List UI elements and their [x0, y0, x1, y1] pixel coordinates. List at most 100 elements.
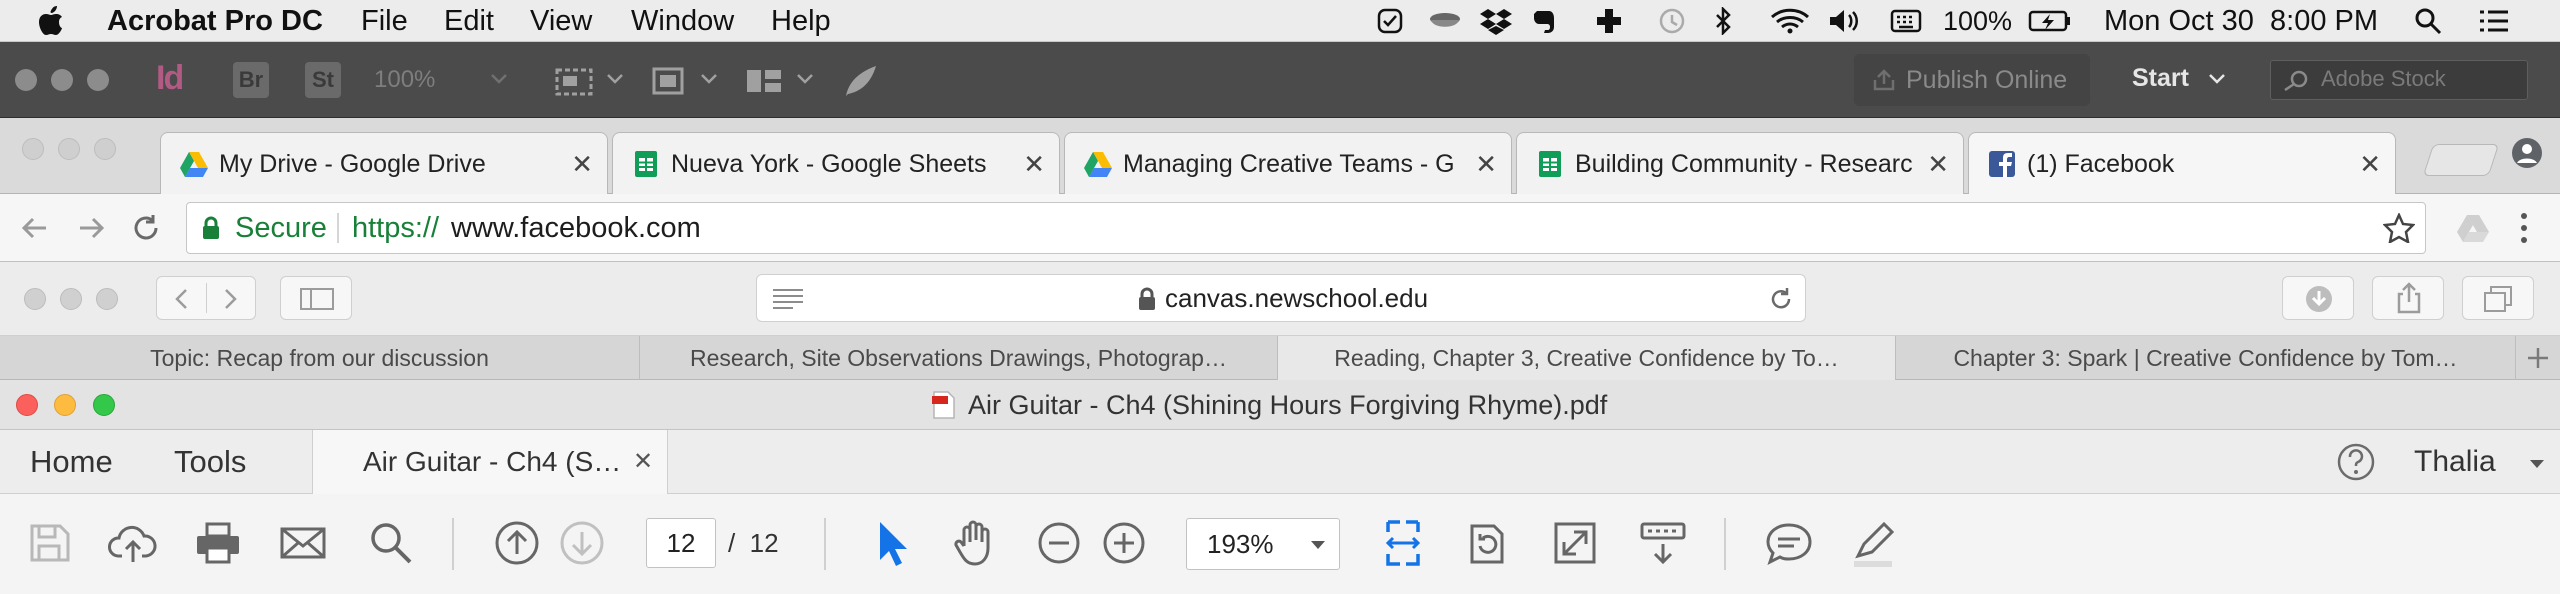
downloads-button[interactable]	[2282, 276, 2354, 320]
safari-tab-active[interactable]: Reading, Chapter 3, Creative Confidence …	[1278, 336, 1896, 380]
previous-page-icon[interactable]	[490, 516, 544, 570]
workspace-dropdown-icon[interactable]	[2208, 72, 2226, 86]
back-icon[interactable]	[171, 287, 193, 311]
cloud-upload-icon[interactable]	[106, 516, 160, 570]
show-all-tabs-button[interactable]	[2462, 276, 2534, 320]
safari-back-forward[interactable]	[156, 276, 256, 320]
reload-icon[interactable]	[130, 212, 162, 244]
drive-extension-icon[interactable]	[2456, 212, 2490, 244]
safari-tab[interactable]: Topic: Recap from our discussion	[0, 336, 640, 380]
screen-mode-icon[interactable]	[650, 64, 686, 98]
volume-icon[interactable]	[1828, 7, 1862, 35]
user-menu-dropdown-icon[interactable]	[2528, 458, 2546, 470]
comment-icon[interactable]	[1762, 516, 1816, 570]
user-name[interactable]: Thalia	[2414, 430, 2496, 494]
profile-avatar-icon[interactable]	[2510, 136, 2544, 170]
page-number-input[interactable]: 12	[646, 518, 716, 568]
adobe-stock-search[interactable]: Adobe Stock	[2270, 60, 2528, 100]
time-machine-icon[interactable]	[1654, 7, 1688, 35]
acrobat-zoom-button[interactable]	[93, 394, 115, 416]
stock-button[interactable]: St	[305, 62, 341, 98]
apple-icon[interactable]	[38, 6, 64, 36]
close-tab-icon[interactable]: ✕	[571, 133, 593, 195]
forward-icon[interactable]	[76, 214, 106, 242]
menu-file[interactable]: File	[361, 0, 408, 42]
reload-icon[interactable]	[1767, 285, 1795, 313]
chrome-menu-icon[interactable]	[2518, 210, 2530, 246]
dropbox-icon[interactable]	[1480, 7, 1512, 35]
arrange-documents-dropdown-icon[interactable]	[796, 72, 814, 86]
screen-mode-dropdown-icon[interactable]	[700, 72, 718, 86]
menu-help[interactable]: Help	[771, 0, 831, 42]
back-icon[interactable]	[20, 214, 50, 242]
chrome-zoom-button[interactable]	[94, 138, 116, 160]
publish-online-button[interactable]: Publish Online	[1854, 54, 2090, 106]
keyboard-icon[interactable]	[1890, 7, 1922, 35]
zoom-in-icon[interactable]	[1097, 516, 1151, 570]
close-tab-icon[interactable]: ✕	[1475, 133, 1497, 195]
reader-icon[interactable]	[771, 287, 805, 311]
zoom-dropdown-icon[interactable]	[490, 72, 508, 86]
arrange-documents-icon[interactable]	[744, 64, 784, 98]
medical-cross-icon[interactable]	[1595, 7, 1623, 35]
share-button[interactable]	[2372, 276, 2444, 320]
full-screen-icon[interactable]	[1548, 516, 1602, 570]
next-page-icon[interactable]	[555, 516, 609, 570]
chrome-tab[interactable]: Building Community - Researc ✕	[1516, 132, 1964, 194]
battery-charging-icon[interactable]	[2028, 7, 2072, 35]
safari-tab[interactable]: Chapter 3: Spark | Creative Confidence b…	[1896, 336, 2516, 380]
home-tab[interactable]: Home	[30, 430, 113, 494]
chrome-tab[interactable]: Managing Creative Teams - G ✕	[1064, 132, 1512, 194]
hand-tool-icon[interactable]	[948, 516, 1002, 570]
safari-zoom-button[interactable]	[96, 288, 118, 310]
menu-edit[interactable]: Edit	[444, 0, 494, 42]
document-tab[interactable]: Air Guitar - Ch4 (S… ✕	[312, 430, 668, 494]
close-tab-icon[interactable]: ✕	[1023, 133, 1045, 195]
app-menu[interactable]: Acrobat Pro DC	[107, 0, 323, 42]
select-cursor-icon[interactable]	[864, 516, 918, 570]
bookmark-star-icon[interactable]	[2383, 213, 2415, 243]
forward-icon[interactable]	[219, 287, 241, 311]
chrome-tab[interactable]: My Drive - Google Drive ✕	[160, 132, 608, 194]
start-workspace-button[interactable]: Start	[2132, 64, 2189, 93]
safari-address-bar[interactable]: canvas.newschool.edu	[756, 274, 1806, 322]
close-tab-icon[interactable]: ✕	[1927, 133, 1949, 195]
chrome-minimize-button[interactable]	[58, 138, 80, 160]
help-icon[interactable]	[2336, 442, 2376, 482]
wifi-icon[interactable]	[1770, 7, 1810, 35]
view-options-icon[interactable]	[555, 64, 595, 98]
chrome-tab[interactable]: Nueva York - Google Sheets ✕	[612, 132, 1060, 194]
sidebar-toggle-button[interactable]	[280, 276, 352, 320]
zoom-out-icon[interactable]	[1032, 516, 1086, 570]
evernote-icon[interactable]	[1530, 7, 1558, 35]
save-icon[interactable]	[22, 516, 76, 570]
email-icon[interactable]	[276, 516, 330, 570]
fit-width-icon[interactable]	[1376, 516, 1430, 570]
zoom-window-button[interactable]	[87, 69, 109, 91]
spotlight-search-icon[interactable]	[2414, 7, 2442, 35]
menu-view[interactable]: View	[530, 0, 592, 42]
rotate-page-icon[interactable]	[1460, 516, 1514, 570]
search-icon[interactable]	[364, 516, 418, 570]
omnibox[interactable]: Secure https:// www.facebook.com	[186, 202, 2426, 254]
new-tab-button[interactable]	[2422, 144, 2500, 176]
notification-center-icon[interactable]	[2478, 7, 2510, 35]
acrobat-minimize-button[interactable]	[54, 394, 76, 416]
safari-tab[interactable]: Research, Site Observations Drawings, Ph…	[640, 336, 1278, 380]
clock[interactable]: Mon Oct 30 8:00 PM	[2104, 0, 2378, 42]
highlight-pen-icon[interactable]	[1846, 516, 1900, 570]
bridge-button[interactable]: Br	[233, 62, 269, 98]
tools-tab[interactable]: Tools	[174, 430, 246, 494]
view-options-dropdown-icon[interactable]	[606, 72, 624, 86]
read-mode-icon[interactable]	[1636, 516, 1690, 570]
menu-window[interactable]: Window	[631, 0, 734, 42]
bowl-icon[interactable]	[1428, 7, 1462, 35]
chrome-close-button[interactable]	[22, 138, 44, 160]
checklist-icon[interactable]	[1376, 7, 1404, 35]
chrome-tab-active[interactable]: (1) Facebook ✕	[1968, 132, 2396, 194]
close-document-icon[interactable]: ✕	[633, 430, 653, 494]
close-window-button[interactable]	[15, 69, 37, 91]
zoom-level[interactable]: 100%	[374, 66, 435, 94]
safari-close-button[interactable]	[24, 288, 46, 310]
new-tab-plus-icon[interactable]	[2526, 346, 2550, 370]
